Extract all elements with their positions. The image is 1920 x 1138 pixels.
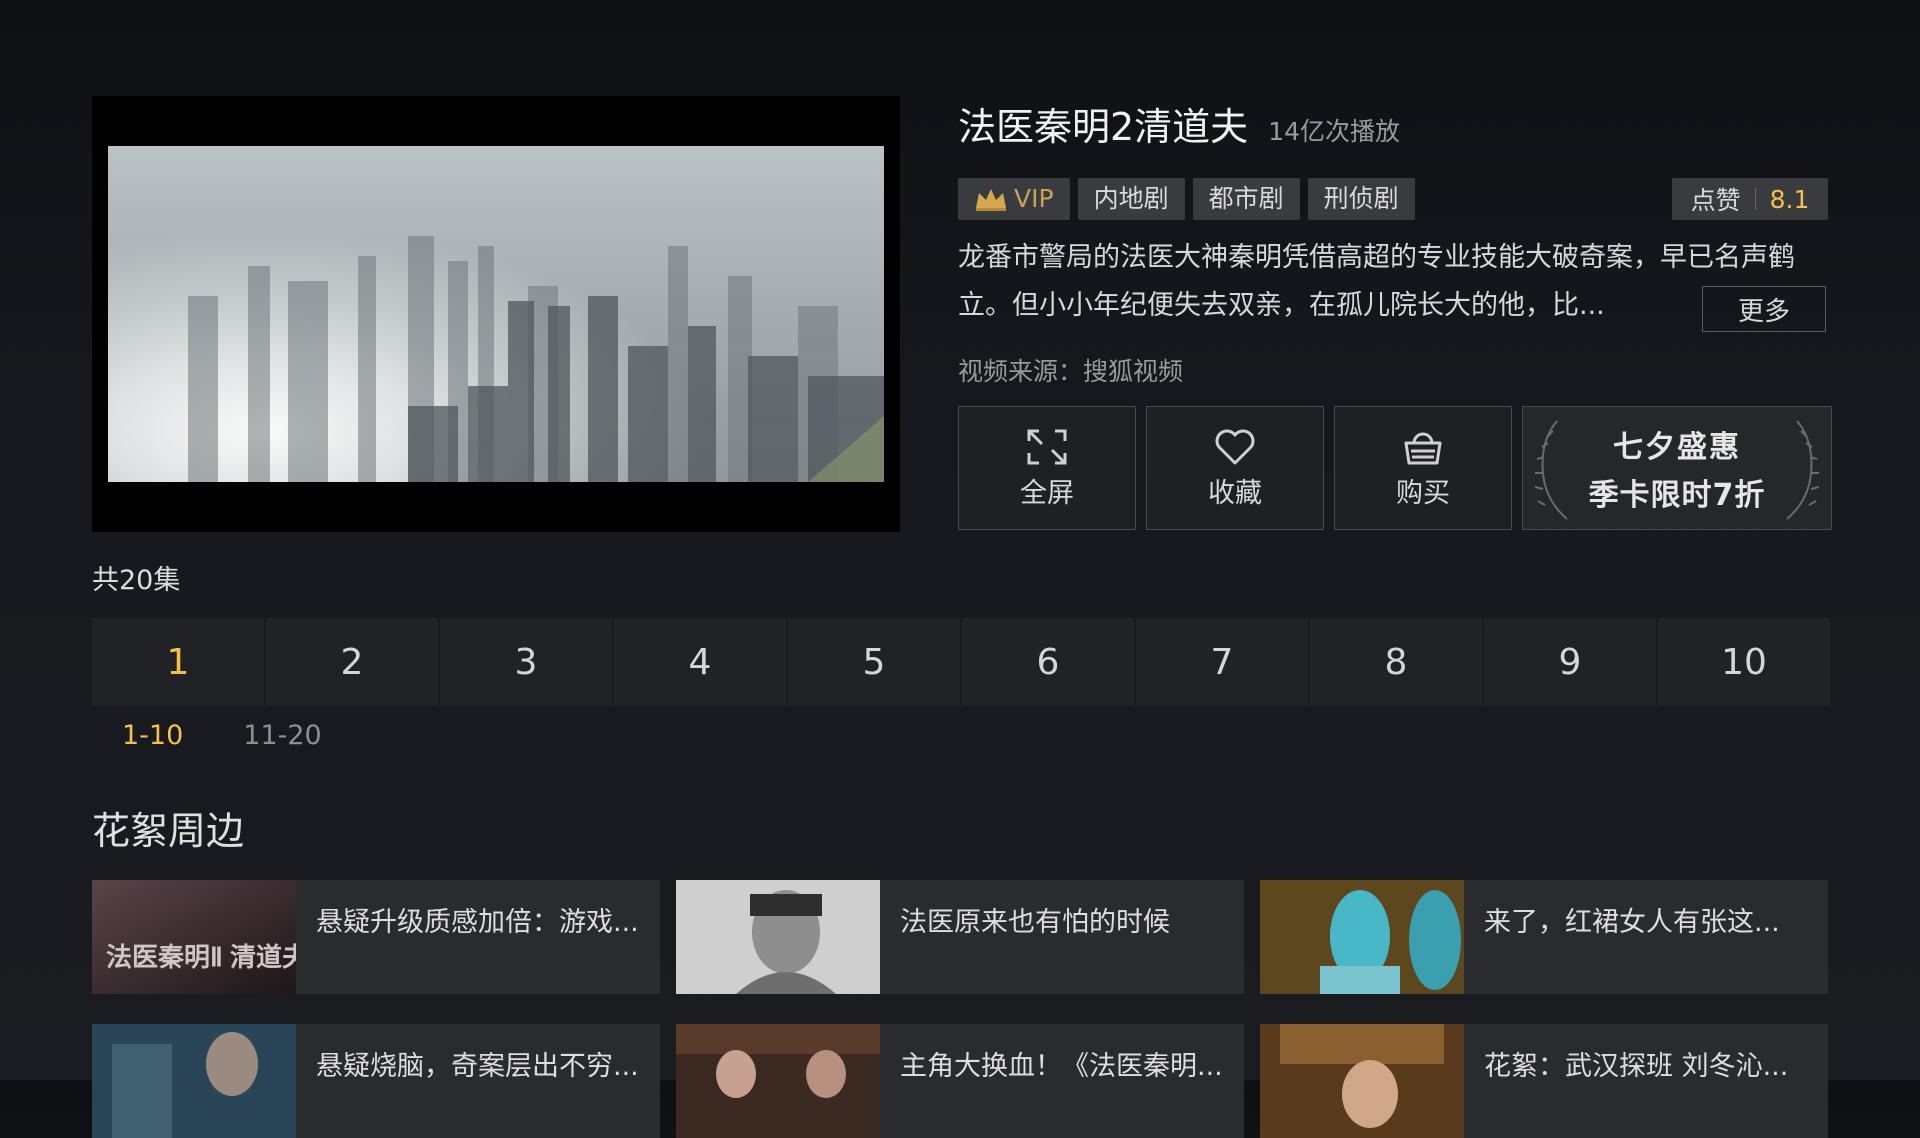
episode-tile[interactable]: 4	[614, 618, 786, 706]
card-thumbnail	[1260, 1024, 1464, 1138]
tag-genre-mainland: 内地剧	[1077, 178, 1185, 220]
episode-tile[interactable]: 1	[92, 618, 264, 706]
card-title: 主角大换血！《法医秦明...	[900, 1051, 1223, 1082]
video-source: 视频来源：搜狐视频	[958, 357, 1184, 386]
range-tab-11-20[interactable]: 11-20	[243, 720, 321, 751]
favorite-button[interactable]: 收藏	[1146, 406, 1324, 530]
card-title: 悬疑烧脑，奇案层出不穷...	[316, 1051, 639, 1082]
like-label: 点赞	[1690, 186, 1741, 215]
like-score-badge[interactable]: 点赞 8.1	[1672, 178, 1828, 220]
favorite-label: 收藏	[1208, 477, 1262, 509]
episode-tile[interactable]: 8	[1310, 618, 1482, 706]
fullscreen-icon	[1027, 429, 1067, 464]
card-thumbnail: 法医秦明Ⅱ 清道夫	[92, 880, 296, 994]
more-button[interactable]: 更多	[1702, 286, 1826, 332]
card-title: 花絮：武汉探班 刘冬沁...	[1484, 1051, 1789, 1082]
tag-list: VIP 内地剧 都市剧 刑侦剧	[958, 178, 1415, 220]
card-thumbnail	[676, 1024, 880, 1138]
laurel-right-icon	[1786, 420, 1819, 520]
card-thumbnail	[92, 1024, 296, 1138]
show-title: 法医秦明2清道夫	[958, 105, 1249, 149]
extras-card[interactable]: 悬疑烧脑，奇案层出不穷...	[92, 1024, 660, 1138]
promo-banner[interactable]: 七夕盛惠 季卡限时7折	[1522, 406, 1832, 530]
extras-card[interactable]: 主角大换血！《法医秦明...	[676, 1024, 1244, 1138]
episode-count: 共20集	[92, 565, 181, 596]
card-thumbnail	[676, 880, 880, 994]
description: 龙番市警局的法医大神秦明凭借高超的专业技能大破奇案，早已名声鹤立。但小小年纪便失…	[958, 242, 1795, 321]
range-tab-1-10[interactable]: 1-10	[122, 720, 183, 751]
episode-tile[interactable]: 10	[1658, 618, 1830, 706]
extras-card[interactable]: 来了，红裙女人有张这...	[1260, 880, 1828, 994]
rating-score: 8.1	[1769, 184, 1810, 214]
extras-card[interactable]: 法医秦明Ⅱ 清道夫 悬疑升级质感加倍：游戏...	[92, 880, 660, 994]
card-thumbnail	[1260, 880, 1464, 994]
episode-tile[interactable]: 5	[788, 618, 960, 706]
city-skyline-image	[188, 236, 884, 482]
card-title: 悬疑升级质感加倍：游戏...	[316, 907, 639, 938]
episode-tile[interactable]: 3	[440, 618, 612, 706]
thumbnail-logo-text: 法医秦明Ⅱ 清道夫	[106, 942, 296, 972]
episode-list: 1 2 3 4 5 6 7 8 9 10	[92, 618, 1830, 706]
episode-tile[interactable]: 6	[962, 618, 1134, 706]
title-row: 法医秦明2清道夫 14亿次播放	[958, 96, 1400, 149]
episode-range-tabs: 1-10 11-20	[122, 720, 322, 751]
fullscreen-label: 全屏	[1020, 477, 1074, 509]
extras-section-title: 花絮周边	[92, 809, 245, 853]
heart-icon	[1215, 429, 1255, 464]
episode-tile[interactable]: 2	[266, 618, 438, 706]
card-title: 来了，红裙女人有张这...	[1484, 907, 1780, 938]
play-count: 14亿次播放	[1268, 117, 1400, 146]
promo-subtitle: 季卡限时7折	[1588, 478, 1766, 513]
tag-genre-urban: 都市剧	[1192, 178, 1300, 220]
extras-card[interactable]: 花絮：武汉探班 刘冬沁...	[1260, 1024, 1828, 1138]
fullscreen-button[interactable]: 全屏	[958, 406, 1136, 530]
vip-label: VIP	[1014, 184, 1054, 213]
basket-icon	[1404, 432, 1442, 464]
extras-card[interactable]: 法医原来也有怕的时候	[676, 880, 1244, 994]
tag-genre-crime: 刑侦剧	[1307, 178, 1415, 220]
card-title: 法医原来也有怕的时候	[900, 907, 1170, 938]
episode-tile[interactable]: 7	[1136, 618, 1308, 706]
episode-tile[interactable]: 9	[1484, 618, 1656, 706]
buy-label: 购买	[1396, 477, 1450, 509]
action-bar: 全屏 收藏 购买 七夕盛惠 季卡限时7折	[958, 406, 1832, 530]
vip-badge: VIP	[958, 178, 1070, 220]
video-player[interactable]	[92, 96, 900, 532]
divider	[1754, 188, 1756, 210]
laurel-left-icon	[1535, 420, 1568, 520]
buy-button[interactable]: 购买	[1334, 406, 1512, 530]
promo-title: 七夕盛惠	[1613, 430, 1741, 465]
video-preview-frame[interactable]	[108, 146, 884, 482]
crown-icon	[976, 189, 1006, 211]
